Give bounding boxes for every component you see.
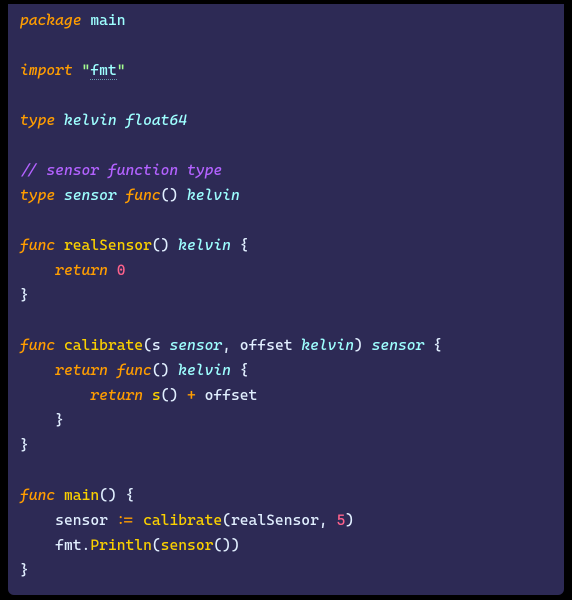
brace: }	[20, 561, 29, 579]
brace: }	[20, 436, 29, 454]
brace: }	[55, 411, 64, 429]
brace: {	[125, 486, 134, 504]
keyword: type	[20, 186, 55, 204]
indent	[20, 511, 55, 529]
function-name: realSensor	[64, 236, 152, 254]
keyword: func	[20, 486, 55, 504]
operator: :=	[117, 511, 135, 529]
type-ref: kelvin	[178, 236, 231, 254]
indent	[20, 386, 90, 404]
paren: ()	[213, 536, 231, 554]
paren: ()	[152, 361, 170, 379]
function-call: sensor	[161, 536, 214, 554]
operator: +	[187, 386, 196, 404]
keyword: return	[55, 261, 108, 279]
dot: .	[82, 536, 91, 554]
brace: }	[20, 286, 29, 304]
type-ref: kelvin	[301, 336, 354, 354]
function-call: s	[152, 386, 161, 404]
identifier: offset	[205, 386, 258, 404]
brace: {	[240, 236, 249, 254]
string-quote: "	[82, 61, 91, 79]
keyword: import	[20, 61, 73, 79]
indent	[20, 411, 55, 429]
package-name: main	[90, 11, 125, 29]
param: s	[152, 336, 161, 354]
function-call: Println	[90, 536, 152, 554]
type-ref: kelvin	[178, 361, 231, 379]
function-name: main	[64, 486, 99, 504]
comma: ,	[319, 511, 328, 529]
code-editor: package main import "fmt" type kelvin fl…	[8, 4, 564, 595]
paren: )	[354, 336, 363, 354]
type-ref: sensor	[372, 336, 425, 354]
paren: (	[143, 336, 152, 354]
type-ref: sensor	[169, 336, 222, 354]
keyword: package	[20, 11, 82, 29]
paren: ()	[161, 186, 179, 204]
paren: )	[231, 536, 240, 554]
string-quote: "	[117, 61, 126, 79]
paren: (	[152, 536, 161, 554]
paren: ()	[99, 486, 117, 504]
code-content: package main import "fmt" type kelvin fl…	[20, 8, 552, 583]
number: 5	[336, 511, 345, 529]
indent	[20, 361, 55, 379]
paren: (	[222, 511, 231, 529]
package-ref: fmt	[55, 536, 81, 554]
keyword: func	[20, 336, 55, 354]
param: offset	[240, 336, 293, 354]
paren: ()	[152, 236, 170, 254]
type-ref: kelvin	[187, 186, 240, 204]
import-path: fmt	[90, 61, 116, 80]
indent	[20, 261, 55, 279]
keyword: func	[117, 361, 152, 379]
argument: realSensor	[231, 511, 319, 529]
keyword: func	[125, 186, 160, 204]
comment: // sensor function type	[20, 161, 222, 179]
identifier: sensor	[55, 511, 108, 529]
comma: ,	[222, 336, 231, 354]
keyword: type	[20, 111, 55, 129]
keyword: return	[55, 361, 108, 379]
brace: {	[433, 336, 442, 354]
type-base: float64	[125, 111, 187, 129]
brace: {	[240, 361, 249, 379]
keyword: return	[90, 386, 143, 404]
paren: )	[345, 511, 354, 529]
keyword: func	[20, 236, 55, 254]
type-name: sensor	[64, 186, 117, 204]
number: 0	[117, 261, 126, 279]
type-name: kelvin	[64, 111, 117, 129]
function-call: calibrate	[143, 511, 222, 529]
paren: ()	[161, 386, 179, 404]
function-name: calibrate	[64, 336, 143, 354]
indent	[20, 536, 55, 554]
